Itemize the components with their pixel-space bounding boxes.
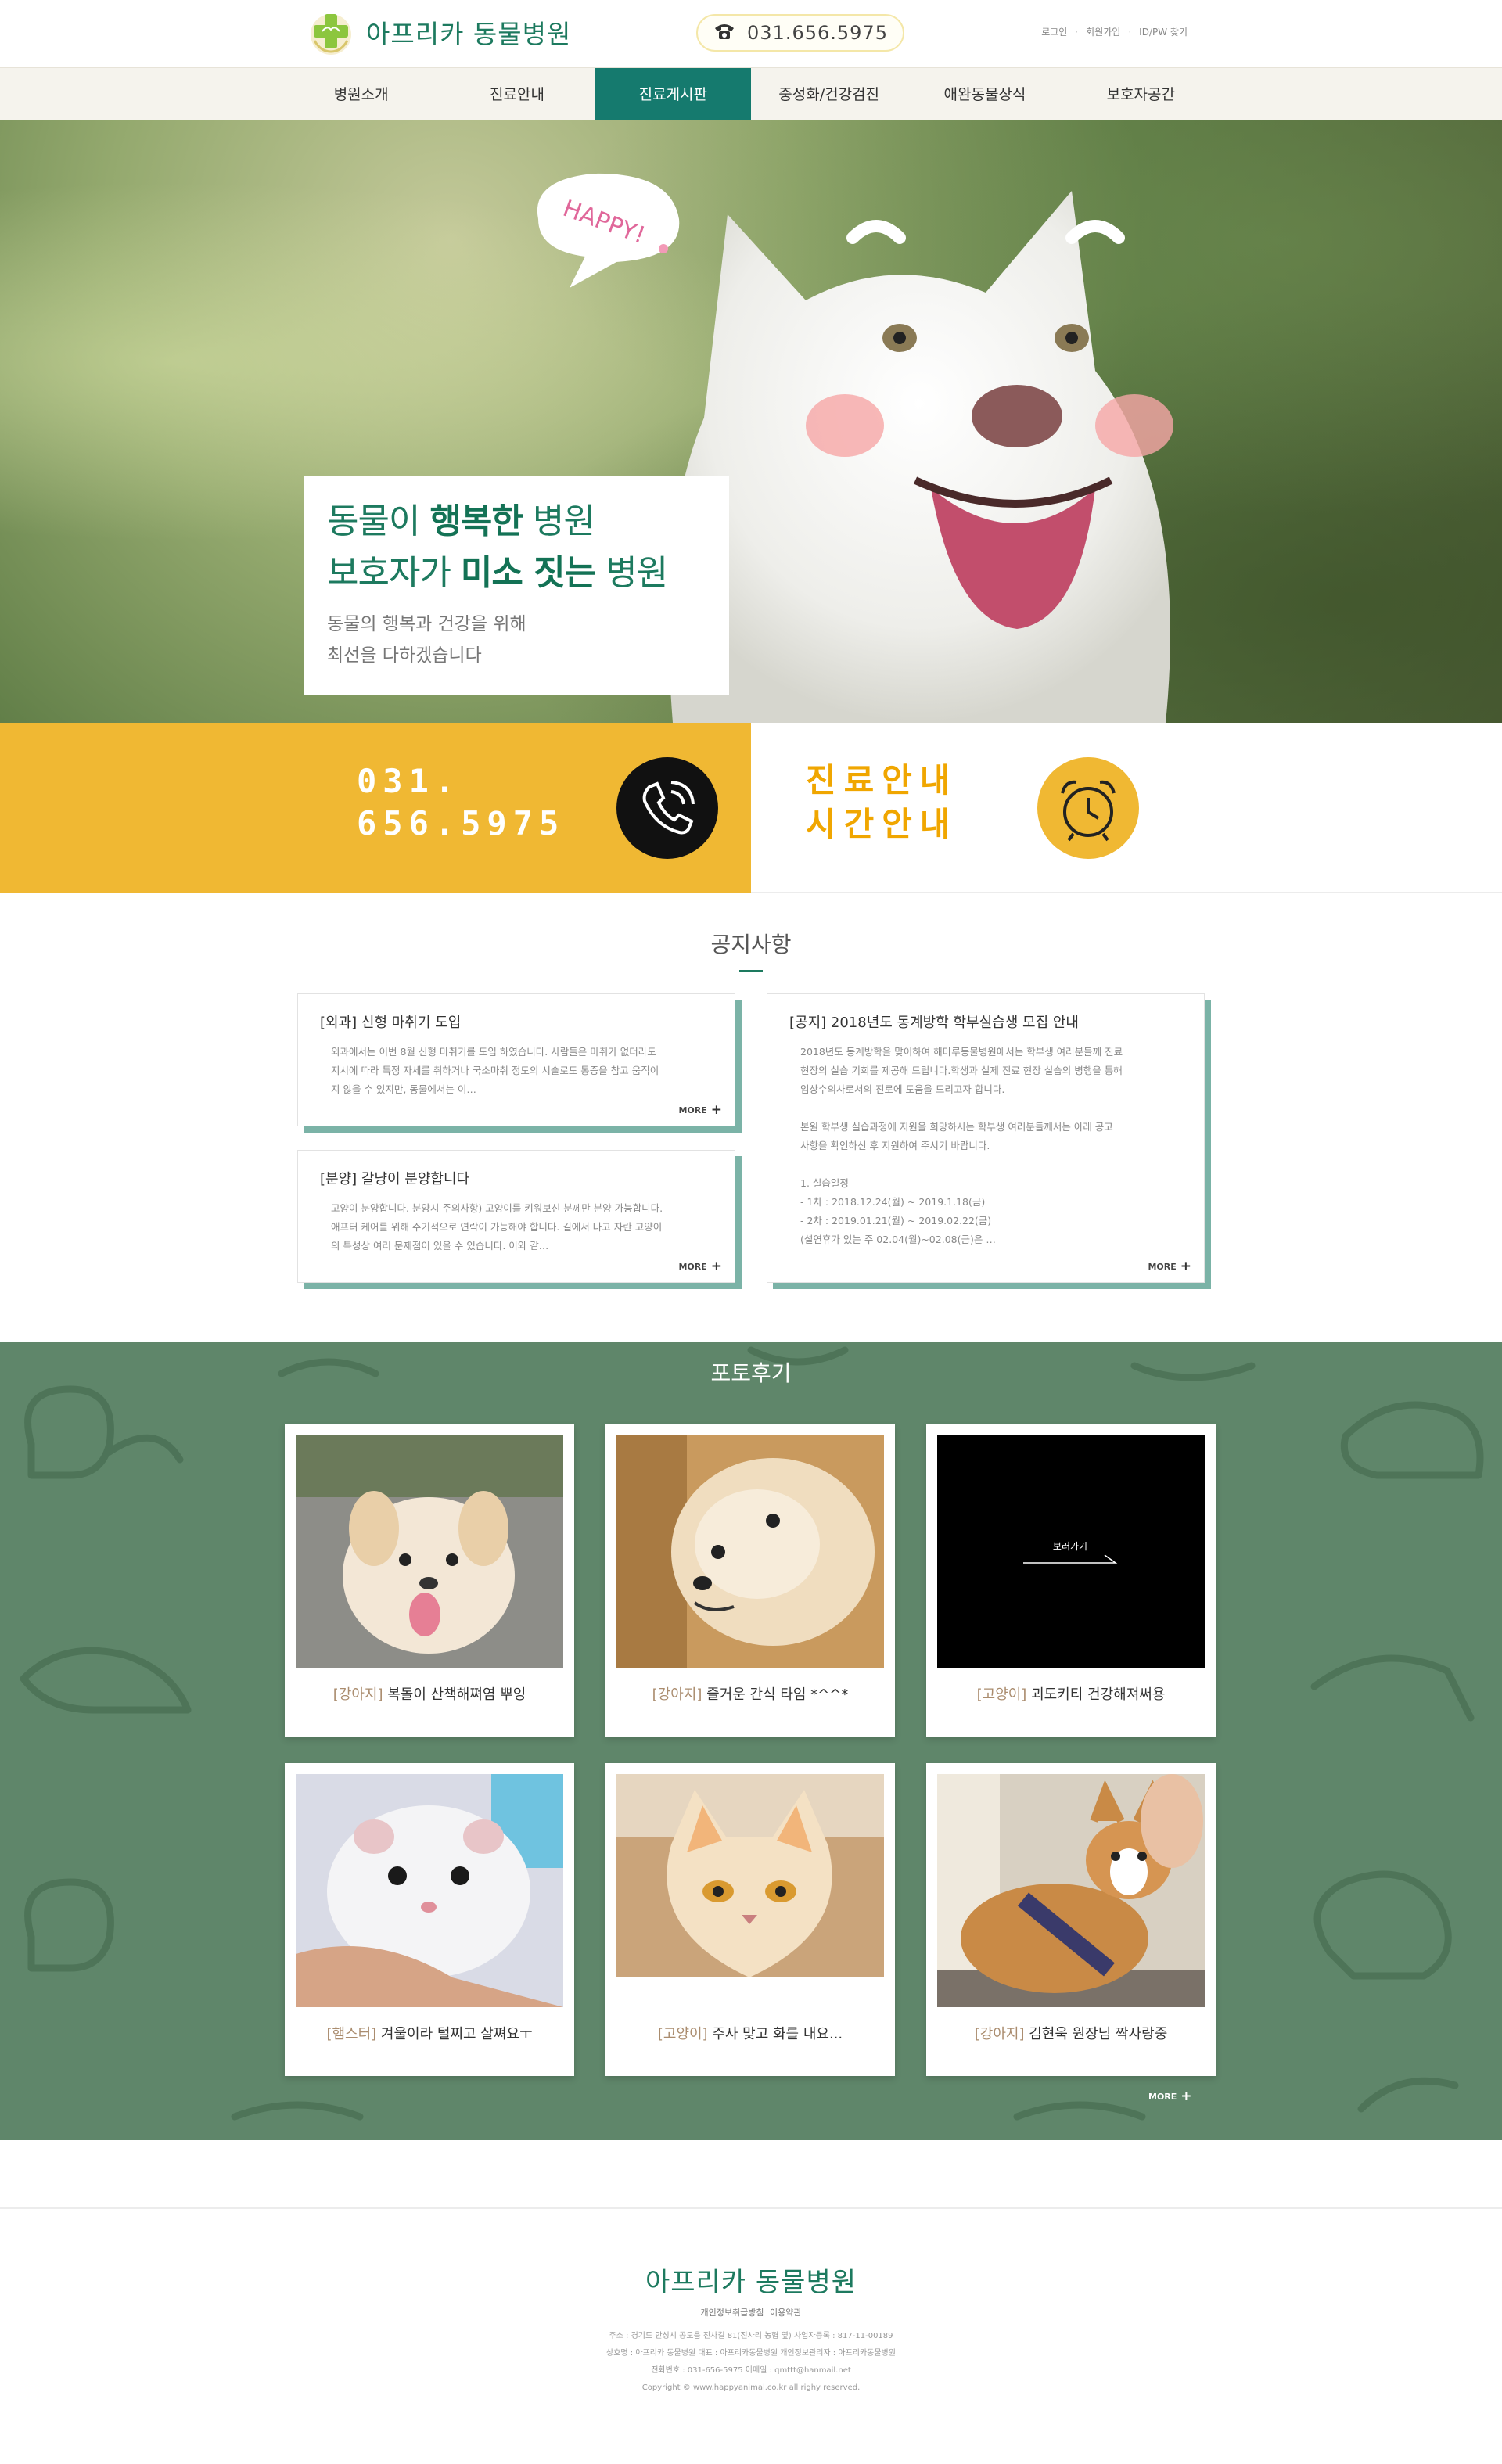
site-header: 아프리카 동물병원 031.656.5975 로그인 · 회원가입 · ID/P… [0,0,1502,67]
footer-logo[interactable]: 아프리카 동물병원 [0,2261,1502,2299]
notice-excerpt: 고양이 분양합니다. 분양시 주의사항) 고양이를 키워보신 분께만 분양 가능… [331,1202,663,1252]
view-button[interactable]: 보러가기 [1023,1539,1117,1553]
phone-panel[interactable]: 031. 656.5975 [0,723,751,893]
site-footer: 아프리카 동물병원 개인정보취급방침 이용약관 주소 : 경기도 안성시 공도읍… [0,2207,1502,2464]
telephone-icon [713,22,736,44]
photo-card[interactable]: [햄스터] 겨울이라 털찌고 살쪄요ㅜ [285,1763,574,2076]
alarm-clock-icon [1037,757,1139,859]
notice-title[interactable]: [외과] 신형 마취기 도입 [320,1011,716,1032]
notice-title[interactable]: [분양] 갈냥이 분양합니다 [320,1168,716,1188]
nav-item-guardian-space[interactable]: 보호자공간 [1063,68,1219,120]
logo-text: 아프리카 동물병원 [366,19,572,49]
main-nav: 병원소개 진료안내 진료게시판 중성화/건강검진 애완동물상식 보호자공간 [0,67,1502,120]
notice-excerpt: 2018년도 동계방학을 맞이하여 해마루동물병원에서는 학부생 여러분들께 진… [800,1046,1123,1245]
plus-icon: + [710,1102,722,1118]
footer-links[interactable]: 개인정보취급방침 이용약관 [0,2306,1502,2319]
band-phone-number: 031. 656.5975 [357,762,566,842]
site-logo[interactable]: 아프리카 동물병원 [304,6,571,58]
signup-link[interactable]: 회원가입 [1086,25,1120,38]
photo-caption: [고양이] 주사 맞고 화를 내요... [657,2026,843,2042]
photo-card[interactable]: 보러가기 [고양이] 괴도키티 건강해져써용 [926,1424,1216,1737]
hero-subtext: 동물의 행복과 건강을 위해 최선을 다하겠습니다 [327,614,526,666]
photo-caption: [강아지] 복돌이 산책해쪄염 뿌잉 [332,1686,526,1703]
plus-icon: + [1180,2089,1192,2104]
white-dog-photo [669,191,1173,723]
more-link[interactable]: MORE + [678,1102,722,1118]
header-phone-number: 031.656.5975 [747,22,888,44]
notice-card[interactable]: [분양] 갈냥이 분양합니다 고양이 분양합니다. 분양시 주의사항) 고양이를… [297,1150,735,1283]
contact-hours-band: 031. 656.5975 진료안내 시간안내 [0,723,1502,893]
photo-hover-overlay[interactable]: 보러가기 [937,1435,1205,1668]
shiba-dog-photo [616,1435,884,1668]
photo-section-title: 포토후기 [710,1360,792,1386]
nav-item-neutering-checkup[interactable]: 중성화/건강검진 [751,68,907,120]
plus-icon: + [1180,1259,1191,1274]
header-phone[interactable]: 031.656.5975 [696,14,904,52]
puppy-photo [296,1435,563,1668]
photo-caption: [고양이] 괴도키티 건강해져써용 [976,1686,1166,1703]
corgi-photo [937,1774,1205,2007]
photo-card[interactable]: [강아지] 김현욱 원장님 짝사랑중 [926,1763,1216,2076]
hamster-photo [296,1774,563,2007]
nav-item-treatment-board[interactable]: 진료게시판 [595,68,751,120]
footer-info: 주소 : 경기도 안성시 공도읍 진사길 81(진사리 농협 옆) 사업자등록 … [606,2332,896,2392]
separator: · [1128,26,1132,38]
hero-banner: HAPPY! 동물이 행복한 병원 보호자가 미소 짓는 병원 동물의 행복과 … [0,120,1502,723]
photo-card[interactable]: [강아지] 복돌이 산책해쪄염 뿌잉 [285,1424,574,1737]
arrow-right-icon [1023,1554,1118,1564]
hours-panel[interactable]: 진료안내 시간안내 [751,723,1502,893]
medical-cross-logo-icon [304,6,358,58]
more-link[interactable]: MORE + [678,1259,722,1274]
login-link[interactable]: 로그인 [1041,25,1067,38]
utility-links: 로그인 · 회원가입 · ID/PW 찾기 [1041,25,1188,38]
phone-ringing-icon [616,757,718,859]
hero-promo-box: 동물이 행복한 병원 보호자가 미소 짓는 병원 동물의 행복과 건강을 위해 … [304,476,729,695]
hero-headline-2: 보호자가 미소 짓는 병원 [327,553,668,593]
separator: · [1075,26,1079,38]
photo-card[interactable]: [강아지] 즐거운 간식 타임 *^^* [605,1424,895,1737]
plus-icon: + [710,1259,722,1274]
notice-section-title: 공지사항 [0,928,1502,972]
nav-item-pet-knowledge[interactable]: 애완동물상식 [907,68,1062,120]
more-link[interactable]: MORE + [1148,1259,1191,1274]
photo-review-section: 포토후기 [강아지] 복돌이 산책해쪄염 뿌잉 [강아지] 즐거운 간식 타임 … [0,1342,1502,2140]
nav-item-hospital-intro[interactable]: 병원소개 [283,68,439,120]
band-hours-title: 진료안내 시간안내 [806,761,958,843]
notice-card[interactable]: [외과] 신형 마취기 도입 외과에서는 이번 8월 신형 마취기를 도입 하였… [297,993,735,1126]
photo-caption: [햄스터] 겨울이라 털찌고 살쪄요ㅜ [326,2026,533,2042]
notice-card[interactable]: [공지] 2018년도 동계방학 학부실습생 모집 안내 2018년도 동계방학… [767,993,1205,1283]
photo-card[interactable]: [고양이] 주사 맞고 화를 내요... [605,1763,895,2076]
hero-headline-1: 동물이 행복한 병원 [327,501,595,541]
notice-excerpt: 외과에서는 이번 8월 신형 마취기를 도입 하였습니다. 사람들은 마취가 없… [331,1046,659,1095]
notice-title[interactable]: [공지] 2018년도 동계방학 학부실습생 모집 안내 [789,1011,1185,1032]
photo-more-link[interactable]: MORE + [1148,2089,1192,2104]
happy-speech-bubble: HAPPY! [523,164,695,289]
nav-item-treatment-guide[interactable]: 진료안내 [439,68,595,120]
photo-caption: [강아지] 즐거운 간식 타임 *^^* [652,1686,849,1703]
find-id-pw-link[interactable]: ID/PW 찾기 [1139,25,1188,38]
photo-caption: [강아지] 김현욱 원장님 짝사랑중 [974,2026,1168,2042]
cat-photo [616,1774,884,2007]
